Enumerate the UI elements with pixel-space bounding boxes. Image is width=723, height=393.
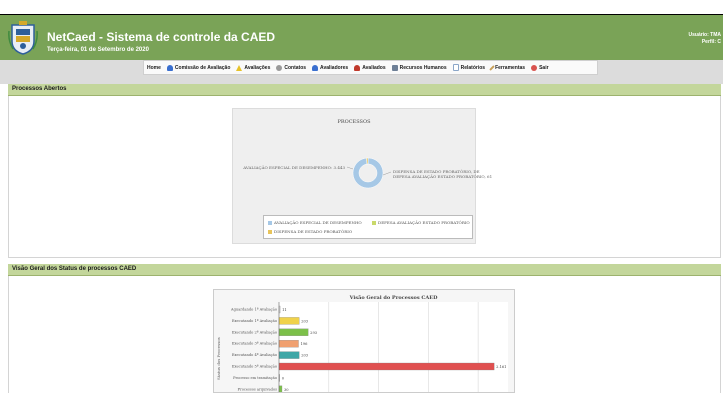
bar-value-label: 2.161 (496, 365, 506, 369)
category-label: Executando 5ª Avaliação (232, 365, 277, 369)
section-header-open-processes: Processos Abertos (8, 84, 721, 96)
bar-value-label: 203 (301, 319, 309, 323)
legend-label: DEFESA AVALIAÇÃO ESTADO PROBATÓRIO (378, 220, 470, 225)
menu-item-avaliados[interactable]: Avaliados (354, 64, 386, 71)
report-icon (452, 64, 459, 71)
menu-item-avaliadores[interactable]: Avaliadores (312, 64, 349, 71)
exit-icon (531, 64, 538, 71)
section-title: Visão Geral dos Status de processos CAED (12, 266, 137, 272)
legend-item[interactable]: AVALIAÇÃO ESPECIAL DE DESEMPENHO (268, 220, 362, 225)
menu-item-label: Comissão de Avaliação (174, 64, 231, 71)
menu-item-label: Home (147, 64, 161, 71)
warning-icon (236, 64, 243, 71)
bar-value-label: 293 (310, 331, 318, 335)
user-name: Usuário: TMA (688, 32, 722, 38)
legend-swatch (268, 220, 272, 225)
coat-of-arms-logo (8, 21, 38, 55)
menu-item-label: Contatos (284, 64, 307, 71)
people-icon (354, 64, 361, 71)
menu-item-label: Avaliações (244, 64, 271, 71)
menu-item-ferramentas[interactable]: Ferramentas (489, 64, 526, 71)
category-label: Processos arquivados (238, 387, 278, 391)
tools-icon (489, 64, 495, 71)
bar-chart-card: Visão Geral do Processos CAED Status dos … (213, 289, 515, 393)
people-icon (166, 64, 173, 71)
pie-callout-line (382, 171, 392, 176)
bar-value-label: 196 (301, 342, 309, 346)
bar[interactable] (278, 328, 309, 336)
legend-label: DISPENSA DE ESTADO PROBATÓRIO (274, 229, 353, 234)
menu-item-recursos-humanos[interactable]: Recursos Humanos (391, 64, 447, 71)
category-label: Aguardando 1ª Avaliação (230, 308, 277, 312)
phone-icon (276, 64, 283, 71)
bar[interactable] (278, 317, 300, 325)
menu-item-sair[interactable]: Sair (531, 64, 549, 71)
bar[interactable] (278, 340, 299, 348)
menu-item-avaliacoes[interactable]: Avaliações (236, 64, 271, 71)
bar-value-label: 11 (282, 308, 287, 312)
menu-item-label: Avaliadores (320, 64, 349, 71)
category-label: Executando 3ª Avaliação (232, 342, 277, 346)
legend-item[interactable]: DEFESA AVALIAÇÃO ESTADO PROBATÓRIO (372, 220, 470, 225)
section-title: Processos Abertos (12, 86, 67, 92)
legend-swatch (372, 220, 376, 225)
menu-item-comissao[interactable]: Comissão de Avaliação (166, 64, 231, 71)
bar[interactable] (278, 351, 300, 359)
pie-chart-card: PROCESSOS AVALIAÇÃO ESPECIAL DE DESEMPEN… (232, 108, 492, 244)
pie-legend: AVALIAÇÃO ESPECIAL DE DESEMPENHO DEFESA … (263, 215, 473, 239)
legend-item[interactable]: DISPENSA DE ESTADO PROBATÓRIO (268, 229, 352, 234)
current-date: Terça-feira, 01 de Setembro de 2020 (47, 47, 149, 53)
browser-top-strip (0, 0, 723, 15)
menu-item-contatos[interactable]: Contatos (276, 64, 307, 71)
user-profile: Perfil: C (701, 39, 721, 45)
people-icon (312, 64, 319, 71)
group-icon (391, 64, 398, 71)
menu-item-home[interactable]: Home (147, 65, 161, 71)
category-label: Processo em tramitação (233, 376, 277, 380)
bar-value-label: 30 (284, 388, 289, 392)
bar-chart: Visão Geral do Processos CAED Status dos … (216, 294, 508, 392)
y-axis-label: Status dos Processos (216, 337, 221, 380)
plot-area (279, 302, 508, 392)
main-menu: Home Comissão de Avaliação Avaliações Co… (143, 60, 598, 75)
menu-item-label: Relatórios (460, 64, 486, 71)
pie-callout-right-2: DEFESA AVALIAÇÃO ESTADO PROBATÓRIO, 61 (393, 174, 493, 179)
section-header-status-overview: Visão Geral dos Status de processos CAED (8, 264, 721, 276)
bar[interactable] (278, 362, 495, 371)
category-label: Executando 1ª Avaliação (232, 319, 277, 323)
legend-swatch (268, 229, 272, 234)
menu-item-label: Sair (539, 64, 549, 71)
pie-callout-left: AVALIAÇÃO ESPECIAL DE DESEMPENHO: 3.443 (243, 165, 345, 170)
pie-callout-line (346, 166, 354, 170)
category-label: Executando 4ª Avaliação (232, 353, 277, 357)
app-title: NetCaed - Sistema de controle da CAED (47, 30, 276, 44)
menu-item-label: Ferramentas (495, 64, 526, 71)
bar-value-label: 203 (301, 354, 309, 358)
legend-label: AVALIAÇÃO ESPECIAL DE DESEMPENHO (274, 220, 362, 225)
app-header: NetCaed - Sistema de controle da CAED Te… (0, 15, 723, 60)
menu-item-label: Recursos Humanos (399, 64, 447, 71)
menu-item-label: Avaliados (362, 64, 386, 71)
bar-chart-title: Visão Geral do Processos CAED (349, 294, 439, 301)
bar[interactable] (278, 385, 283, 392)
menu-item-relatorios[interactable]: Relatórios (452, 64, 486, 71)
category-label: Executando 2ª Avaliação (232, 330, 277, 334)
